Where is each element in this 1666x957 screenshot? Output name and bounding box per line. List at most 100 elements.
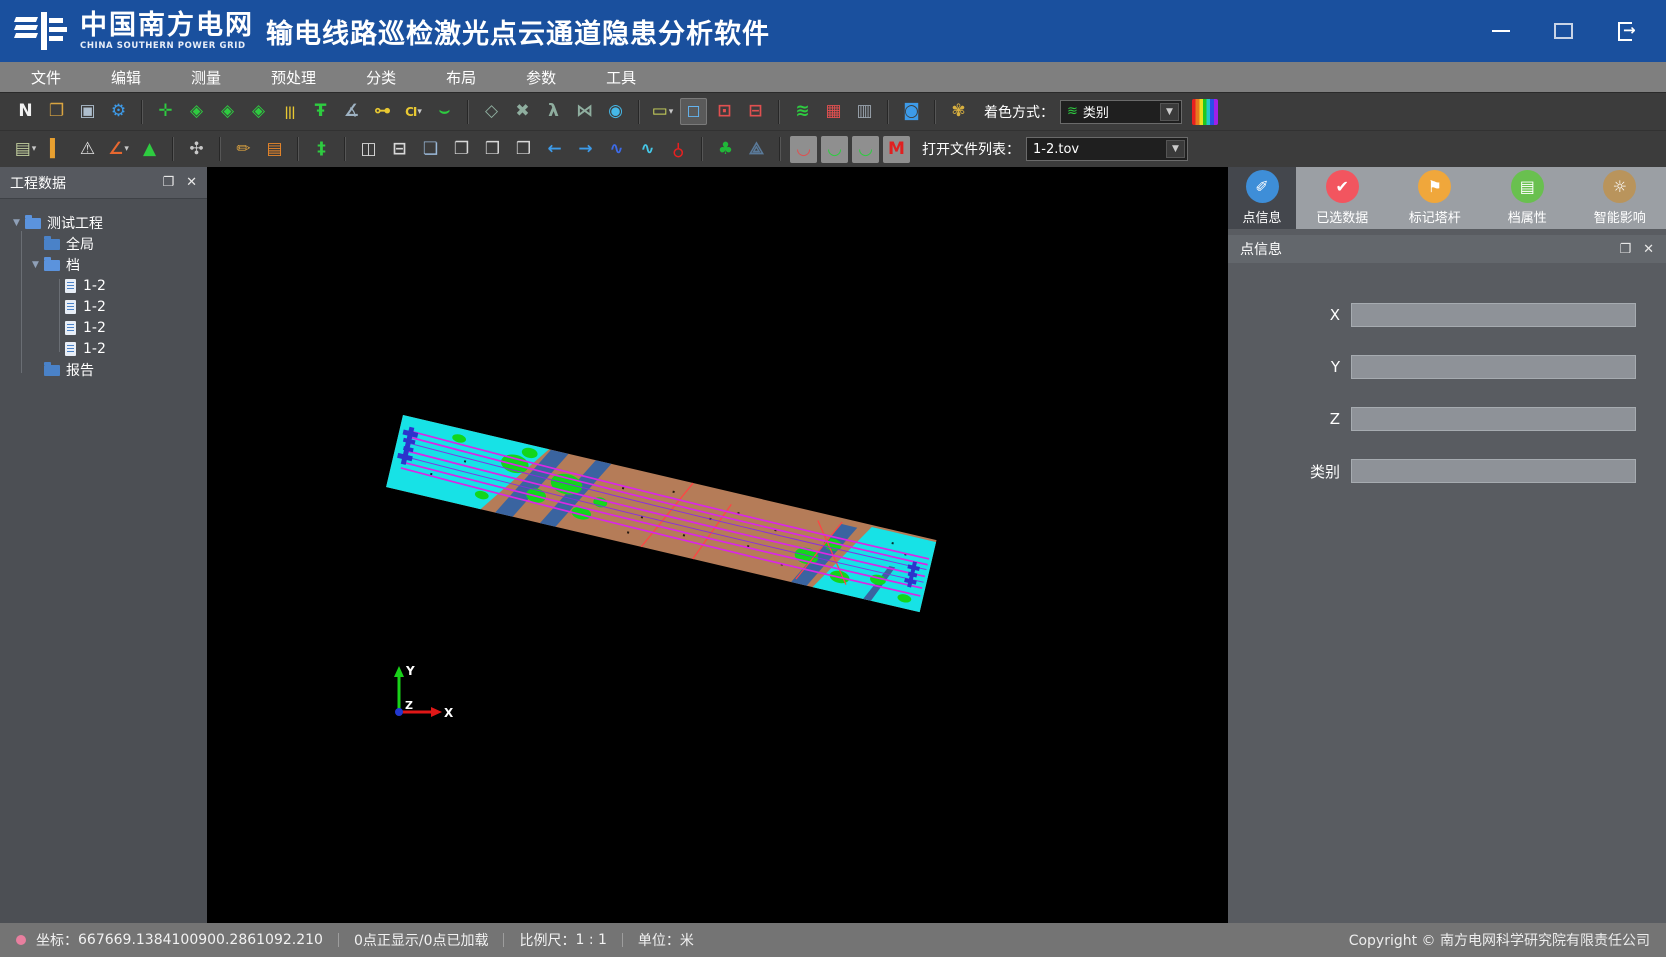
minimize-button[interactable] <box>1490 20 1512 42</box>
measure-angle-icon[interactable]: ∡ <box>338 98 365 125</box>
cancel-select-icon[interactable]: ✖ <box>509 98 536 125</box>
select-outside-icon[interactable]: ⊡ <box>711 98 738 125</box>
profile-polyline-alt-icon[interactable]: ∿ <box>634 136 661 163</box>
clean-brush-icon[interactable]: ✏ <box>230 136 257 163</box>
profile-polyline-icon[interactable]: ∿ <box>603 136 630 163</box>
cross-section-free-icon[interactable]: ◈ <box>245 98 272 125</box>
expander-open-icon[interactable]: ▼ <box>29 260 42 270</box>
close-panel-icon[interactable]: ✕ <box>186 176 197 189</box>
palette-icon[interactable]: ✾ <box>945 98 972 125</box>
north-arrow-icon[interactable]: ▲ <box>136 136 163 163</box>
open-file-icon[interactable]: ❐ <box>43 98 70 125</box>
move-icon[interactable]: ✛ <box>152 98 179 125</box>
tab-span-props[interactable]: ▤档属性 <box>1493 167 1561 229</box>
expander-open-icon[interactable]: ▼ <box>10 218 23 228</box>
key-tool-icon[interactable]: ⊶ <box>369 98 396 125</box>
tree-item-span-1[interactable]: 1-2 <box>0 275 207 296</box>
menu-item-1[interactable]: 文件 <box>6 62 86 92</box>
back-icon[interactable]: ← <box>541 136 568 163</box>
tree-item-span-3[interactable]: 1-2 <box>0 317 207 338</box>
measure-height-icon[interactable]: Ŧ <box>307 98 334 125</box>
tree-item-global[interactable]: 全局 <box>0 233 207 254</box>
view-points-icon[interactable]: ◉ <box>602 98 629 125</box>
right-tab-bar: ✐点信息✔已选数据 ⚑标记塔杆 ▤档属性 ☼智能影响 <box>1228 167 1666 229</box>
grid-delete-icon[interactable]: ▦ <box>820 98 847 125</box>
cut-points-icon[interactable]: ⋈ <box>571 98 598 125</box>
node-edit-icon[interactable]: ✣ <box>183 136 210 163</box>
viewport-3d[interactable]: Y X Z <box>207 167 1228 923</box>
classify-tree-icon[interactable]: λ <box>540 98 567 125</box>
comb-filter-icon[interactable]: ▤ <box>261 136 288 163</box>
tree-item-report[interactable]: 报告 <box>0 359 207 380</box>
menu-item-2[interactable]: 编辑 <box>86 62 166 92</box>
close-panel-icon[interactable]: ✕ <box>1643 243 1654 256</box>
warning-marker-icon[interactable]: ⚠ <box>74 136 101 163</box>
save-icon[interactable]: ▣ <box>74 98 101 125</box>
forward-icon[interactable]: → <box>572 136 599 163</box>
tree-item-spans[interactable]: ▼档 <box>0 254 207 275</box>
tab-mark-tower[interactable]: ⚑标记塔杆 <box>1401 167 1469 229</box>
align-axis-icon[interactable]: ‡ <box>308 136 335 163</box>
menu-item-8[interactable]: 工具 <box>581 62 661 92</box>
point-cloud-canvas[interactable]: Y X Z <box>207 167 1228 923</box>
tower-model-icon[interactable]: ⟁ <box>743 136 770 163</box>
point-x-input[interactable] <box>1351 303 1636 327</box>
grid-visibility-icon[interactable]: ▥ <box>851 98 878 125</box>
open-file-list-select[interactable]: 1-2.tov ▼ <box>1026 137 1188 161</box>
polygon-select-icon[interactable]: ◇ <box>478 98 505 125</box>
back-icon-glyph: ← <box>547 141 561 158</box>
snap-mode-icon[interactable]: ▤▾ <box>12 136 39 163</box>
chevron-down-icon: ▾ <box>124 144 129 154</box>
span-curve-danger-icon[interactable]: ◡ <box>790 136 817 163</box>
rect-select-icon[interactable]: ▭▾ <box>649 98 676 125</box>
layer-stack-icon[interactable]: ≋ <box>789 98 816 125</box>
align-axis-icon-glyph: ‡ <box>317 141 326 158</box>
tree-item-span-2[interactable]: 1-2 <box>0 296 207 317</box>
menu-item-7[interactable]: 参数 <box>501 62 581 92</box>
tree-item-span-4[interactable]: 1-2 <box>0 338 207 359</box>
split-horizontal-icon[interactable]: ⊟ <box>386 136 413 163</box>
next-window-icon[interactable]: ❒ <box>510 136 537 163</box>
locate-pin-icon[interactable]: ⚲ <box>665 136 692 163</box>
rainbow-legend-icon[interactable] <box>1192 99 1218 125</box>
point-category-input[interactable] <box>1351 459 1636 483</box>
measure-m-icon[interactable]: M <box>883 136 910 163</box>
settings-icon[interactable]: ⚙ <box>105 98 132 125</box>
span-curve-safe-icon[interactable]: ◡ <box>821 136 848 163</box>
restore-panel-icon[interactable]: ❐ <box>162 176 174 189</box>
sag-curve-icon[interactable]: ⌣ <box>431 98 458 125</box>
vegetation-icon[interactable]: ♣ <box>712 136 739 163</box>
select-invert-icon[interactable]: ⊟ <box>742 98 769 125</box>
cascade-windows-icon[interactable]: ❏ <box>417 136 444 163</box>
menu-item-4[interactable]: 预处理 <box>246 62 341 92</box>
restore-panel-icon[interactable]: ❐ <box>1619 243 1631 256</box>
screenshot-camera-icon[interactable]: ◙ <box>898 98 925 125</box>
select-inside-icon[interactable]: ◻ <box>680 98 707 125</box>
point-y-input[interactable] <box>1351 355 1636 379</box>
menu-item-5[interactable]: 分类 <box>341 62 421 92</box>
menu-item-3[interactable]: 测量 <box>166 62 246 92</box>
exit-button[interactable] <box>1614 20 1636 42</box>
ruler-icon[interactable]: ▍ <box>43 136 70 163</box>
field-label-category: 类别 <box>1228 461 1351 482</box>
cross-section-icon[interactable]: ◈ <box>183 98 210 125</box>
angle-marker-icon[interactable]: ∠▾ <box>105 136 132 163</box>
maximize-button[interactable] <box>1552 20 1574 42</box>
toolbar-separator <box>934 100 936 124</box>
tab-label: 智能影响 <box>1594 207 1646 226</box>
point-z-input[interactable] <box>1351 407 1636 431</box>
tile-windows-icon[interactable]: ❐ <box>448 136 475 163</box>
span-curve-alt-icon[interactable]: ◡ <box>852 136 879 163</box>
coloring-mode-select[interactable]: ≋ 类别 ▼ <box>1060 100 1182 124</box>
prev-window-icon[interactable]: ❒ <box>479 136 506 163</box>
split-vertical-icon[interactable]: ◫ <box>355 136 382 163</box>
tab-smart-impact[interactable]: ☼智能影响 <box>1586 167 1654 229</box>
clearance-ci-icon[interactable]: CI▾ <box>400 98 427 125</box>
menu-item-6[interactable]: 布局 <box>421 62 501 92</box>
tab-selected-data[interactable]: ✔已选数据 <box>1308 167 1376 229</box>
tab-point-info[interactable]: ✐点信息 <box>1228 167 1296 229</box>
tree-item-project[interactable]: ▼测试工程 <box>0 212 207 233</box>
new-file-icon[interactable]: N <box>12 98 39 125</box>
cross-section-follow-icon[interactable]: ◈ <box>214 98 241 125</box>
multi-section-icon[interactable]: ||| <box>276 98 303 125</box>
